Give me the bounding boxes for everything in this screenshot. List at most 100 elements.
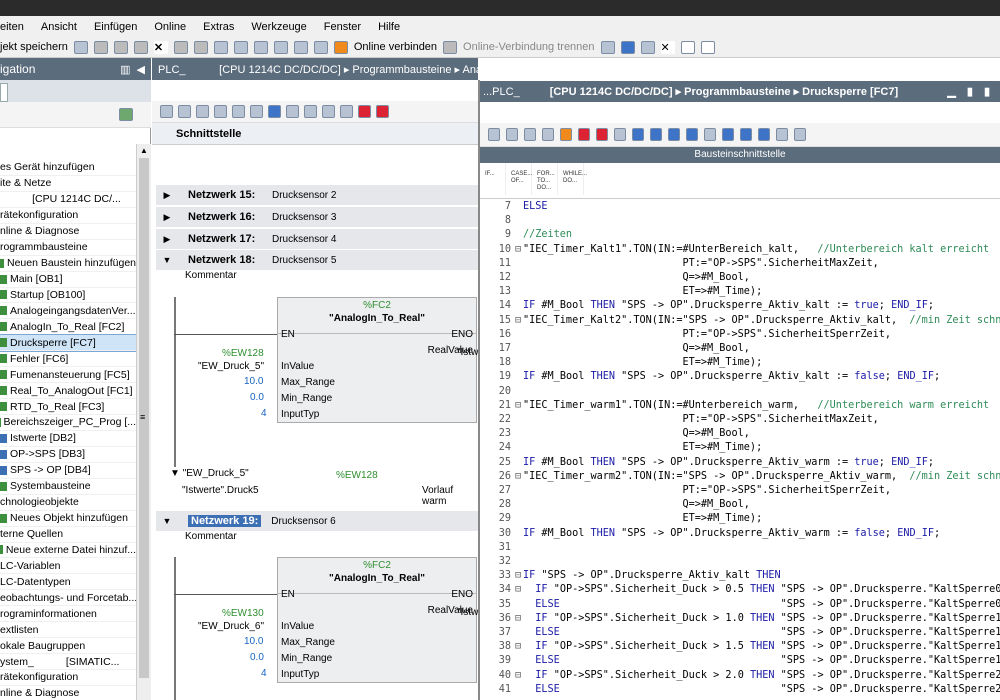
tree-item[interactable]: nline & Diagnose (0, 224, 136, 240)
tree-pin-icon[interactable]: ▥ (120, 63, 130, 76)
code-line[interactable]: 17 Q=>#M_Bool, (480, 342, 1000, 356)
code-line[interactable]: 33 ⊟ IF "SPS -> OP".Drucksperre_Aktiv_kalt… (480, 569, 1000, 583)
expand-arrow-icon[interactable]: ▶ (156, 212, 178, 223)
function-block-18[interactable]: %FC2 "AnalogIn_To_Real" EN ENO InValue Ma… (277, 297, 477, 423)
close-branch-icon[interactable] (250, 105, 263, 118)
tree-item[interactable]: nline & Diagnose (0, 686, 136, 700)
menu-werkzeuge[interactable]: Werkzeuge (251, 21, 306, 33)
fb19-ew-name[interactable]: "EW_Druck_6" (198, 621, 264, 632)
split-horizontal-icon[interactable] (680, 40, 695, 54)
tree-item[interactable]: Main [OB1] (0, 272, 136, 288)
accessible-devices-icon[interactable] (600, 40, 615, 54)
tree-item[interactable]: eobachtungs- und Forcetab... (0, 590, 136, 607)
tree-item[interactable]: rogrammbausteine (0, 240, 136, 256)
scl-code-editor[interactable]: 7 ELSE 8 9//Zeiten 10 ⊟ "IEC_Timer_Kalt1".TON(… (480, 199, 1000, 700)
fb19-typ-value[interactable]: 4 (261, 668, 267, 679)
goto-error-icon[interactable] (578, 128, 590, 141)
goto-icon[interactable] (340, 105, 353, 118)
tree-item[interactable]: Fumenansteuerung [FC5] (0, 367, 136, 384)
tree-item[interactable]: Drucksperre [FC7] (0, 334, 136, 353)
scroll-up-icon[interactable]: ▲ (137, 144, 151, 158)
tree-item[interactable]: Fehler [FC6] (0, 351, 136, 368)
tree-item[interactable]: extlisten (0, 622, 136, 639)
tree-new-window-icon[interactable] (119, 108, 133, 121)
next-bookmark-icon[interactable] (668, 128, 680, 141)
bookmark-icon[interactable] (650, 128, 662, 141)
tree-item[interactable]: Bereichszeiger_PC_Prog [... (0, 415, 136, 431)
fold-marker-icon[interactable]: ⊟ (515, 612, 523, 626)
cut-icon[interactable] (93, 40, 108, 54)
code-line[interactable]: 30 IF #M_Bool THEN "SPS -> OP".Drucksperr… (480, 527, 1000, 541)
simulation-icon[interactable] (273, 40, 288, 54)
tree-item[interactable]: rätekonfiguration (0, 208, 136, 224)
close-view-icon[interactable]: ✕ (660, 40, 675, 54)
uncomment-icon[interactable] (632, 128, 644, 141)
save-project-button[interactable]: jekt speichern (0, 41, 68, 53)
code-line[interactable]: 18 ET=>#M_Time); (480, 356, 1000, 370)
compile-icon[interactable] (213, 40, 228, 54)
tree-item[interactable]: LC-Variablen (0, 558, 136, 575)
code-line[interactable]: 27 PT:="OP->SPS".SicherheitSperrZeit, (480, 484, 1000, 498)
download-icon[interactable] (233, 40, 248, 54)
monitor-icon[interactable] (322, 105, 335, 118)
upload-icon[interactable] (253, 40, 268, 54)
network-15-header[interactable]: ▶ Netzwerk 15: Drucksensor 2 (156, 185, 478, 205)
code-line[interactable]: 29 ET=>#M_Time); (480, 512, 1000, 526)
window-buttons[interactable]: ▁ ▮ ▮ (947, 85, 994, 98)
tree-item[interactable]: OP->SPS [DB3] (0, 447, 136, 463)
fold-marker-icon[interactable]: ⊟ (515, 669, 523, 683)
code-line[interactable]: 35 ELSE "SPS -> OP".Drucksperre."KaltSpe… (480, 598, 1000, 612)
template-if[interactable]: IF... (480, 163, 506, 195)
online-disconnect-button[interactable]: Online-Verbindung trennen (463, 41, 594, 53)
code-line[interactable]: 9 //Zeiten (480, 228, 1000, 242)
comment-icon[interactable] (614, 128, 626, 141)
fold-marker-icon[interactable]: ⊟ (515, 243, 523, 257)
tree-item[interactable]: AnalogeingangsdatenVer... (0, 303, 136, 320)
indent-icon[interactable] (524, 128, 536, 141)
code-line[interactable]: 12 Q=>#M_Bool, (480, 271, 1000, 285)
goto-error-icon[interactable] (358, 105, 371, 118)
monitor-glasses-icon[interactable] (794, 128, 806, 141)
favorites-icon[interactable] (304, 105, 317, 118)
menu-fenster[interactable]: Fenster (324, 21, 361, 33)
fb19-min-value[interactable]: 0.0 (250, 652, 264, 663)
menu-hilfe[interactable]: Hilfe (378, 21, 400, 33)
watch-arrow-icon[interactable]: ▼ (170, 468, 183, 479)
prev-bookmark-icon[interactable] (686, 128, 698, 141)
tree-item[interactable]: terne Quellen (0, 527, 136, 543)
fb18-ew-name[interactable]: "EW_Druck_5" (198, 361, 264, 372)
tree-item[interactable]: ite & Netze (0, 176, 136, 192)
fold-marker-icon[interactable]: ⊟ (515, 640, 523, 654)
tree-item[interactable]: [CPU 1214C DC/... (0, 192, 136, 208)
insert-contact-icon[interactable] (196, 105, 209, 118)
code-line[interactable]: 15 ⊟ "IEC_Timer_Kalt2".TON(IN:="SPS -> OP"… (480, 314, 1000, 328)
code-line[interactable]: 39 ELSE "SPS -> OP".Drucksperre."KaltSpe… (480, 654, 1000, 668)
paste-icon[interactable] (133, 40, 148, 54)
code-line[interactable]: 19 IF #M_Bool THEN "SPS -> OP".Drucksperr… (480, 370, 1000, 384)
network-19-comment[interactable]: Kommentar (185, 531, 237, 542)
code-line[interactable]: 41 ELSE "SPS -> OP".Drucksperre."KaltSpe… (480, 683, 1000, 697)
fold-marker-icon[interactable]: ⊟ (515, 569, 523, 583)
split-vertical-icon[interactable] (700, 40, 715, 54)
fb18-typ-value[interactable]: 4 (261, 408, 267, 419)
function-block-19[interactable]: %FC2 "AnalogIn_To_Real" EN ENO InValue Ma… (277, 557, 477, 683)
absolute-address-icon[interactable] (268, 105, 281, 118)
code-line[interactable]: 24 ET=>#M_Time); (480, 441, 1000, 455)
print-icon[interactable] (73, 40, 88, 54)
redo-icon[interactable] (193, 40, 208, 54)
start-cpu-icon[interactable] (293, 40, 308, 54)
code-line[interactable]: 25 IF #M_Bool THEN "SPS -> OP".Drucksperr… (480, 456, 1000, 470)
tree-item[interactable]: AnalogIn_To_Real [FC2] (0, 319, 136, 336)
online-connect-icon[interactable] (333, 40, 348, 54)
expand-arrow-icon[interactable]: ▶ (156, 190, 178, 201)
fb18-max-value[interactable]: 10.0 (244, 376, 263, 387)
menu-bearbeiten[interactable]: eiten (0, 21, 24, 33)
collapse-arrow-icon[interactable]: ▼ (156, 516, 178, 526)
code-line[interactable]: 7 ELSE (480, 200, 1000, 214)
code-line[interactable]: 26 ⊟ "IEC_Timer_warm2".TON(IN:="SPS -> OP"… (480, 470, 1000, 484)
tree-tab[interactable] (0, 83, 8, 102)
network-19-header[interactable]: ▼ Netzwerk 19: Drucksensor 6 (156, 511, 478, 531)
outdent-icon[interactable] (542, 128, 554, 141)
fold-marker-icon[interactable]: ⊟ (515, 470, 523, 484)
delete-network-icon[interactable] (178, 105, 191, 118)
